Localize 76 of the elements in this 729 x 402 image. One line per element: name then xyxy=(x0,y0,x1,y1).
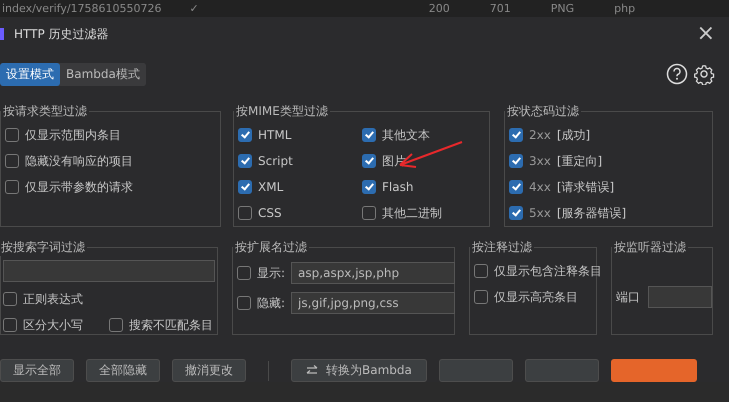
checkbox-label: [请求错误] xyxy=(556,178,614,196)
checkbox[interactable] xyxy=(109,318,123,332)
checkbox[interactable] xyxy=(238,206,252,220)
checkbox-label: 区分大小写 xyxy=(23,316,83,334)
app-icon xyxy=(0,28,4,40)
extension-field[interactable]: js,gif,jpg,png,css xyxy=(291,292,456,314)
action-button[interactable]: 撤消更改 xyxy=(172,359,246,382)
panel-title: 按状态码过滤 xyxy=(506,103,580,120)
checkbox[interactable] xyxy=(5,128,19,142)
port-field[interactable] xyxy=(648,286,712,308)
checkbox-label: 仅显示带参数的请求 xyxy=(25,178,133,196)
panel-title: 按搜索字词过滤 xyxy=(0,239,86,256)
checkbox[interactable] xyxy=(509,154,523,168)
checkbox[interactable] xyxy=(509,206,523,220)
checkbox-label: CSS xyxy=(258,206,282,220)
help-icon[interactable] xyxy=(666,63,688,85)
checkbox[interactable] xyxy=(3,318,17,332)
table-cell: php xyxy=(614,2,636,16)
checkbox[interactable] xyxy=(238,154,252,168)
checkbox[interactable] xyxy=(362,180,376,194)
panel-title: 按扩展名过滤 xyxy=(234,239,308,256)
window-title: HTTP 历史过滤器 xyxy=(14,26,110,42)
checkbox-label: 仅显示范围内条目 xyxy=(25,126,121,144)
table-cell: 200 xyxy=(428,2,450,16)
checkbox-label: Flash xyxy=(382,180,414,194)
checkbox-label: 仅显示高亮条目 xyxy=(494,288,578,306)
checkbox[interactable] xyxy=(362,154,376,168)
checkbox-label: 正则表达式 xyxy=(23,290,83,308)
field-label: 端口 xyxy=(616,288,640,306)
checkbox-label: 其他二进制 xyxy=(382,204,442,222)
checkbox[interactable] xyxy=(5,180,19,194)
checkbox[interactable] xyxy=(238,180,252,194)
convert-button[interactable]: 转换为Bambda xyxy=(291,359,427,382)
checkbox[interactable] xyxy=(509,180,523,194)
checkbox[interactable] xyxy=(509,128,523,142)
checkbox-label: HTML xyxy=(258,128,292,142)
status-code: 2xx xyxy=(529,128,551,142)
table-cell: PNG xyxy=(550,2,574,16)
swap-icon xyxy=(306,365,318,376)
checkbox-label: Script xyxy=(258,154,293,168)
checkbox-label: 隐藏没有响应的项目 xyxy=(25,152,133,170)
action-button[interactable]: 全部隐藏 xyxy=(86,359,160,382)
panel-title: 按MIME类型过滤 xyxy=(235,103,329,120)
checkbox-label: 搜索不匹配条目 xyxy=(129,316,213,334)
checkbox[interactable] xyxy=(238,128,252,142)
panel-title: 按请求类型过滤 xyxy=(2,103,88,120)
checkbox-label: 显示: xyxy=(257,264,286,282)
checkbox[interactable] xyxy=(3,292,17,306)
checkbox-label: 仅显示包含注释条目 xyxy=(494,262,602,280)
panel-title: 按监听器过滤 xyxy=(613,239,687,256)
checkbox[interactable] xyxy=(5,154,19,168)
checkbox[interactable] xyxy=(474,290,488,304)
checkbox[interactable] xyxy=(237,266,251,280)
status-code: 4xx xyxy=(529,180,551,194)
table-cell: ✓ xyxy=(190,2,199,16)
checkbox-label: [成功] xyxy=(556,126,590,144)
checkbox-label: [重定向] xyxy=(556,152,602,170)
checkbox[interactable] xyxy=(362,206,376,220)
checkbox[interactable] xyxy=(362,128,376,142)
checkbox-label: 隐藏: xyxy=(257,294,286,312)
close-button[interactable]: × xyxy=(692,23,719,45)
checkbox-label: [服务器错误] xyxy=(556,204,626,222)
panel-title: 按注释过滤 xyxy=(471,239,533,256)
checkbox[interactable] xyxy=(237,296,251,310)
checkbox-label: 其他文本 xyxy=(382,126,430,144)
extension-field[interactable]: asp,aspx,jsp,php xyxy=(291,262,456,284)
checkbox[interactable] xyxy=(474,264,488,278)
status-code: 3xx xyxy=(529,154,551,168)
settings-icon[interactable] xyxy=(693,63,715,85)
checkbox-label: XML xyxy=(258,180,284,194)
status-code: 5xx xyxy=(529,206,551,220)
search-field[interactable] xyxy=(3,260,215,282)
table-cell: index/verify/1758610550726 xyxy=(2,2,162,16)
table-cell: 701 xyxy=(490,2,511,16)
mode-tab[interactable]: 设置模式 xyxy=(0,62,60,86)
action-button[interactable]: 显示全部 xyxy=(0,359,74,382)
